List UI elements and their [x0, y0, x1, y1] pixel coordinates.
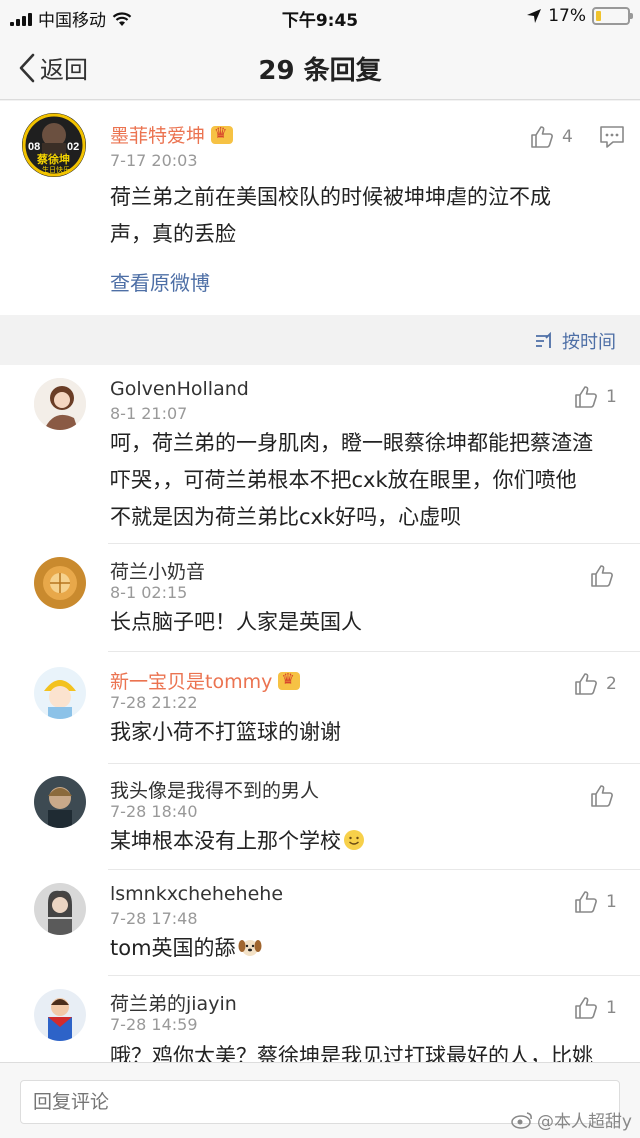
watermark: @本人超甜y	[511, 1107, 632, 1132]
comment-time: 7-17 20:03	[110, 151, 198, 170]
comment-text-line: 某坤根本没有上那个学校	[110, 823, 630, 860]
comment-text: 长点脑子吧！人家是英国人	[110, 604, 630, 641]
commenter-name[interactable]: 荷兰弟的jiayin	[110, 989, 237, 1016]
commenter-name[interactable]: GolvenHolland	[110, 378, 249, 400]
thumbs-up-icon	[575, 891, 597, 913]
like-count: 4	[562, 127, 573, 147]
smile-emoji-icon	[343, 826, 365, 850]
weibo-logo-icon	[511, 1111, 532, 1129]
avatar[interactable]	[34, 989, 86, 1041]
comment-text: tom英国的舔	[110, 930, 630, 967]
page-title: 29 条回复	[258, 56, 382, 86]
svg-text:08: 08	[28, 141, 40, 153]
thumbs-up-icon	[575, 997, 597, 1019]
comment-time: 7-28 21:22	[110, 693, 198, 712]
watermark-text: @本人超甜y	[536, 1112, 632, 1132]
commenter-name[interactable]: lsmnkxchehehehe	[110, 883, 283, 905]
commenter-name[interactable]: 墨菲特爱坤	[110, 121, 234, 148]
comment-text: 荷兰弟之前在美国校队的时候被坤坤虐的泣不成 声，真的丢脸	[110, 179, 620, 253]
thumbs-up-icon	[575, 673, 597, 695]
avatar[interactable]	[34, 378, 86, 430]
avatar[interactable]	[34, 883, 86, 935]
svg-text:蔡徐坤: 蔡徐坤	[36, 152, 70, 166]
comment-text-span: 某坤根本没有上那个学校	[110, 829, 341, 853]
comment-text-line: 我家小荷不打篮球的谢谢	[110, 720, 341, 744]
sort-label: 按时间	[562, 332, 616, 353]
comment-time: 8-1 21:07	[110, 404, 188, 423]
like-count: 2	[606, 674, 617, 694]
view-original-link[interactable]: 查看原微博	[110, 267, 210, 296]
battery-icon	[592, 7, 633, 25]
svg-text:02: 02	[67, 141, 79, 153]
list-item: GolvenHolland 8-1 21:07 1 呵，荷兰弟的一身肌肉，瞪一眼…	[0, 365, 640, 544]
list-item: 我头像是我得不到的男人 7-28 18:40 某坤根本没有上那个学校	[0, 764, 640, 870]
comment-icon[interactable]	[599, 125, 625, 149]
location-arrow-icon	[527, 9, 542, 23]
dog-emoji-icon	[238, 933, 262, 956]
commenter-name[interactable]: 新一宝贝是tommy	[110, 667, 301, 694]
sort-icon	[536, 332, 551, 348]
vip-crown-icon	[278, 670, 301, 690]
battery-percent: 17%	[548, 6, 586, 26]
comment-text-line: 声，真的丢脸	[110, 222, 236, 246]
comment-time: 7-28 14:59	[110, 1015, 198, 1034]
comment-text: 某坤根本没有上那个学校	[110, 823, 630, 860]
commenter-name-text: 新一宝贝是tommy	[110, 671, 273, 693]
vip-crown-icon	[211, 124, 234, 144]
list-item: 荷兰小奶音 8-1 02:15 长点脑子吧！人家是英国人	[0, 544, 640, 652]
sort-row: 按时间	[0, 315, 640, 365]
sort-by-time-button[interactable]: 按时间	[534, 328, 616, 354]
comment-time: 7-28 18:40	[110, 802, 198, 821]
battery-group: 17%	[526, 6, 633, 26]
like-button[interactable]: 2	[574, 672, 617, 696]
thumbs-up-icon	[591, 785, 613, 807]
commenter-name[interactable]: 荷兰小奶音	[110, 557, 205, 584]
like-button[interactable]: 1	[574, 890, 617, 914]
thumbs-up-icon	[575, 386, 597, 408]
comment-text-line: 长点脑子吧！人家是英国人	[110, 610, 362, 634]
comment-time: 7-28 17:48	[110, 909, 198, 928]
comment-text-line: 吓哭，，可荷兰弟根本不把cxk放在眼里，你们喷他	[110, 468, 577, 492]
like-count: 1	[606, 892, 617, 912]
list-item: 新一宝贝是tommy 7-28 21:22 2 我家小荷不打篮球的谢谢	[0, 652, 640, 764]
avatar[interactable]	[34, 776, 86, 828]
like-button[interactable]: 1	[574, 996, 617, 1020]
list-item: lsmnkxchehehehe 7-28 17:48 1 tom英国的舔	[0, 870, 640, 976]
avatar[interactable]	[34, 557, 86, 609]
comment-text: 呵，荷兰弟的一身肌肉，瞪一眼蔡徐坤都能把蔡渣渣 吓哭，，可荷兰弟根本不把cxk放…	[110, 425, 630, 536]
comment-text: 哦？鸡你太美？蔡徐坤是我见过打球最好的人，比姚	[110, 1038, 630, 1062]
reply-bar: @本人超甜y	[0, 1062, 640, 1138]
avatar[interactable]: 08 02 蔡徐坤 生日快乐	[22, 113, 86, 177]
battery-fill	[596, 11, 602, 21]
commenter-name[interactable]: 我头像是我得不到的男人	[110, 776, 319, 803]
like-button[interactable]: 1	[574, 385, 617, 409]
like-count: 1	[606, 387, 617, 407]
comment-text: 我家小荷不打篮球的谢谢	[110, 714, 630, 751]
reply-list: 按时间 GolvenHolland 8-1 21:07 1 呵，荷兰弟的一身肌肉…	[0, 315, 640, 1062]
comment-text-line: 荷兰弟之前在美国校队的时候被坤坤虐的泣不成	[110, 185, 551, 209]
comment-text-line: tom英国的舔	[110, 930, 630, 967]
status-bar: 中国移动 下午9:45 17%	[0, 0, 640, 34]
list-item: 荷兰弟的jiayin 7-28 14:59 1 哦？鸡你太美？蔡徐坤是我见过打球…	[0, 976, 640, 1062]
comment-text-line: 呵，荷兰弟的一身肌肉，瞪一眼蔡徐坤都能把蔡渣渣	[110, 431, 593, 455]
comment-text-line: 哦？鸡你太美？蔡徐坤是我见过打球最好的人，比姚	[110, 1044, 593, 1062]
thumbs-up-icon	[591, 565, 613, 587]
comment-text-line: 不就是因为荷兰弟比cxk好吗，心虚呗	[110, 505, 462, 529]
nav-bar: 返回 29 条回复	[0, 34, 640, 100]
commenter-name-text: 墨菲特爱坤	[110, 125, 206, 147]
like-button[interactable]: 4	[530, 125, 573, 149]
like-button[interactable]	[590, 564, 622, 588]
comment-text-span: tom英国的舔	[110, 936, 236, 960]
comment-time: 8-1 02:15	[110, 583, 188, 602]
svg-text:生日快乐: 生日快乐	[42, 165, 70, 174]
like-count: 1	[606, 998, 617, 1018]
thumbs-up-icon	[531, 126, 553, 148]
main-comment: 08 02 蔡徐坤 生日快乐 墨菲特爱坤 7-17 20:03 4 荷兰弟之前在…	[0, 101, 640, 315]
avatar[interactable]	[34, 667, 86, 719]
like-button[interactable]	[590, 784, 622, 808]
